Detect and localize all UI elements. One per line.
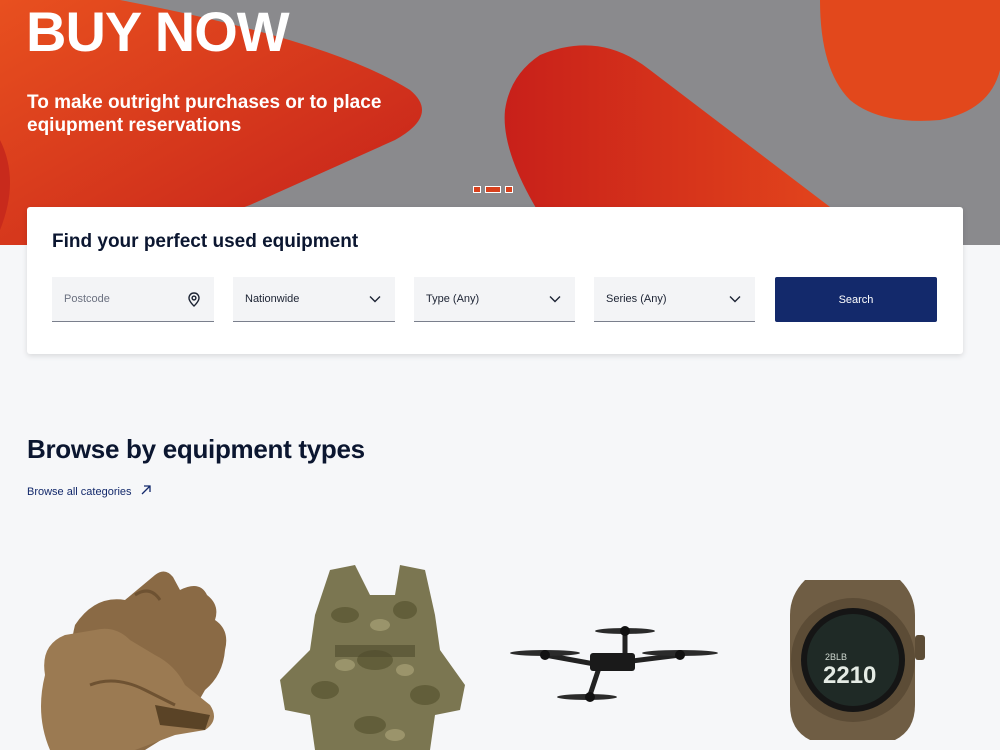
distance-select[interactable]: Nationwide (233, 277, 395, 322)
smartwatch-image: 2BLB 2210 (790, 580, 925, 740)
postcode-input[interactable]: Postcode (52, 277, 214, 322)
category-card-drones[interactable] (505, 555, 725, 750)
carousel-dots (473, 186, 513, 193)
location-pin-icon (186, 291, 202, 307)
browse-all-categories-link[interactable]: Browse all categories (27, 484, 152, 499)
arrow-up-right-icon (140, 484, 152, 499)
type-select[interactable]: Type (Any) (414, 277, 575, 322)
hero-title: BUY NOW (26, 0, 290, 63)
series-select[interactable]: Series (Any) (594, 277, 755, 322)
chevron-down-icon (727, 291, 743, 307)
series-value: Series (Any) (606, 293, 667, 305)
postcode-placeholder: Postcode (64, 293, 110, 305)
chevron-down-icon (547, 291, 563, 307)
search-title: Find your perfect used equipment (52, 231, 359, 252)
plate-carrier-vest-image (280, 565, 465, 750)
category-card-watches[interactable]: 2BLB 2210 (765, 555, 945, 750)
tactical-gloves-image (41, 571, 227, 750)
svg-text:2210: 2210 (823, 662, 876, 689)
carousel-dot[interactable] (505, 186, 513, 193)
hero-subtitle: To make outright purchases or to place e… (27, 92, 382, 136)
browse-title: Browse by equipment types (27, 434, 365, 464)
carousel-dot-active[interactable] (485, 186, 501, 193)
search-button[interactable]: Search (775, 277, 937, 322)
search-card: Find your perfect used equipment Postcod… (27, 207, 963, 354)
svg-text:2BLB: 2BLB (825, 652, 847, 662)
category-card-gloves[interactable] (35, 555, 235, 750)
distance-value: Nationwide (245, 293, 300, 305)
fpv-drone-image (510, 626, 718, 702)
type-value: Type (Any) (426, 293, 480, 305)
browse-all-categories-label: Browse all categories (27, 485, 132, 498)
carousel-dot[interactable] (473, 186, 481, 193)
chevron-down-icon (367, 291, 383, 307)
category-card-vests[interactable] (275, 555, 475, 750)
